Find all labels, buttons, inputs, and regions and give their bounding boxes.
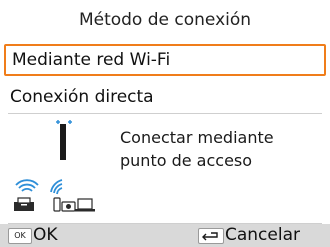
wifi-signal-icon — [50, 179, 63, 195]
printer-icon — [14, 197, 34, 211]
connection-description: Conectar mediante punto de acceso — [120, 126, 320, 172]
footer-bar: OK OK Cancelar — [0, 224, 330, 247]
smartphone-icon — [53, 197, 61, 212]
laptop-icon — [75, 198, 95, 212]
menu-item-label: Mediante red Wi-Fi — [12, 50, 171, 70]
ok-key-icon[interactable]: OK — [8, 228, 32, 244]
menu-item-label: Conexión directa — [10, 87, 154, 107]
access-point-illustration — [14, 120, 95, 212]
return-arrow-glyph — [202, 232, 218, 241]
description-line: Conectar mediante — [120, 128, 274, 147]
return-arrow-icon[interactable] — [198, 228, 224, 244]
ok-label[interactable]: OK — [33, 224, 58, 247]
description-line: punto de acceso — [120, 151, 253, 170]
connection-method-screen: Método de conexión Mediante red Wi-Fi Co… — [0, 0, 330, 247]
menu-item-direct-connection[interactable]: Conexión directa — [4, 81, 326, 113]
menu-item-wifi-network[interactable]: Mediante red Wi-Fi — [4, 44, 326, 76]
wifi-signal-icon — [15, 179, 39, 192]
cancel-label[interactable]: Cancelar — [225, 224, 300, 247]
access-point-icon — [56, 120, 72, 160]
divider — [8, 113, 322, 114]
camera-icon — [61, 201, 76, 212]
page-title: Método de conexión — [78, 10, 252, 30]
